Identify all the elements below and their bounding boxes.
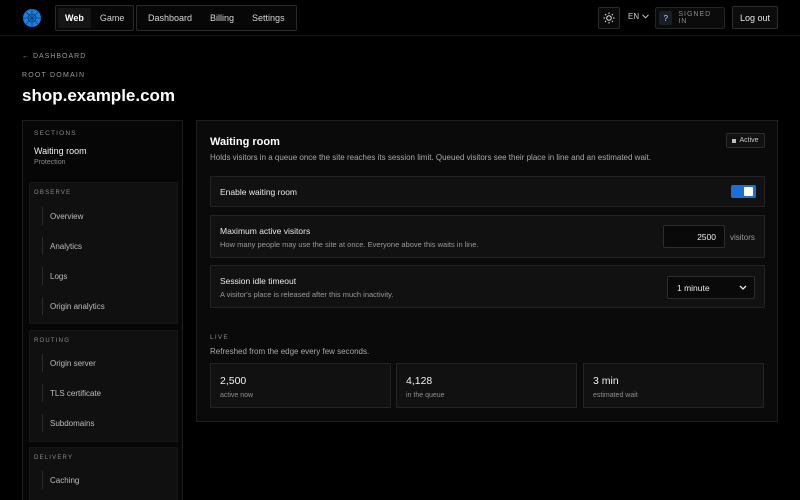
idle-timeout-description: A visitor's place is released after this…: [220, 290, 394, 299]
sidebar-item-analytics[interactable]: Analytics: [42, 237, 82, 255]
nav-dashboard[interactable]: Dashboard: [139, 13, 201, 23]
stat-in-queue: 4,128 in the queue: [396, 363, 577, 408]
chevron-down-icon: [642, 14, 649, 19]
sidebar-item-origin-server[interactable]: Origin server: [42, 354, 96, 372]
live-label: LIVE: [210, 334, 229, 341]
max-visitors-label: Maximum active visitors: [220, 226, 311, 236]
status-label: Active: [739, 137, 759, 144]
theme-toggle-button[interactable]: [598, 7, 620, 29]
idle-timeout-row: Session idle timeout A visitor's place i…: [210, 265, 765, 308]
top-bar: Web Game Dashboard Billing Settings EN ?…: [0, 0, 800, 36]
sidebar-item-logs[interactable]: Logs: [42, 267, 67, 285]
sidebar-group-delivery: DELIVERY Caching: [29, 447, 178, 500]
logo-icon[interactable]: [22, 8, 42, 28]
sidebar-item-subdomains[interactable]: Subdomains: [42, 414, 94, 432]
sun-icon: [603, 12, 615, 24]
help-icon[interactable]: ?: [659, 11, 673, 25]
toggle-knob: [744, 187, 753, 196]
stat-label: estimated wait: [593, 392, 638, 399]
language-label: EN: [628, 12, 640, 21]
group-title: ROUTING: [34, 338, 71, 344]
max-visitors-description: How many people may use the site at once…: [220, 240, 479, 249]
logout-button[interactable]: Log out: [732, 6, 778, 29]
sidebar-group-observe: OBSERVE Overview Analytics Logs Origin a…: [29, 182, 178, 324]
stat-value: 4,128: [406, 375, 433, 387]
current-section[interactable]: Waiting room: [34, 146, 87, 156]
enable-waiting-room-toggle[interactable]: [731, 185, 756, 198]
product-switcher: Web Game: [55, 5, 135, 31]
sidebar-item-tls-certificate[interactable]: TLS certificate: [42, 384, 101, 402]
current-section-group: Protection: [34, 159, 66, 166]
status-dot-icon: [732, 138, 737, 143]
nav-settings[interactable]: Settings: [243, 13, 294, 23]
stat-estimated-wait: 3 min estimated wait: [583, 363, 764, 408]
enable-label: Enable waiting room: [220, 187, 298, 197]
sidebar-item-overview[interactable]: Overview: [42, 207, 83, 225]
signed-in-label: SIGNED IN: [678, 11, 712, 25]
waiting-room-panel: Waiting room Holds visitors in a queue o…: [196, 120, 778, 422]
max-visitors-row: Maximum active visitors How many people …: [210, 215, 765, 258]
idle-timeout-label: Session idle timeout: [220, 276, 297, 286]
max-visitors-input[interactable]: 2500: [663, 225, 725, 248]
enable-waiting-room-row: Enable waiting room: [210, 176, 765, 207]
idle-timeout-select[interactable]: 1 minute: [667, 276, 755, 299]
stat-label: active now: [220, 392, 254, 399]
back-link[interactable]: ← DASHBOARD: [22, 53, 86, 60]
live-description: Refreshed from the edge every few second…: [210, 347, 370, 356]
panel-description: Holds visitors in a queue once the site …: [210, 153, 652, 162]
group-title: OBSERVE: [34, 190, 72, 196]
nav-billing[interactable]: Billing: [201, 13, 243, 23]
status-badge: Active: [726, 133, 765, 148]
segment-game[interactable]: Game: [93, 8, 132, 28]
sections-label: SECTIONS: [34, 130, 77, 137]
idle-timeout-value: 1 minute: [677, 282, 710, 293]
stat-value: 2,500: [220, 375, 247, 387]
panel-title: Waiting room: [210, 136, 280, 148]
sidebar-group-routing: ROUTING Origin server TLS certificate Su…: [29, 330, 178, 442]
group-title: DELIVERY: [34, 455, 74, 461]
segment-web[interactable]: Web: [58, 8, 91, 28]
visitors-unit: visitors: [730, 233, 755, 242]
stat-active-now: 2,500 active now: [210, 363, 391, 408]
chevron-down-icon: [739, 285, 747, 290]
sidebar: SECTIONS Waiting room Protection OBSERVE…: [22, 120, 183, 500]
root-domain-label: ROOT DOMAIN: [22, 72, 86, 79]
page-title: shop.example.com: [22, 86, 176, 105]
signed-in-status: ? SIGNED IN: [655, 7, 725, 29]
main-nav: Dashboard Billing Settings: [136, 5, 297, 31]
sidebar-item-caching[interactable]: Caching: [42, 471, 79, 489]
sidebar-item-origin-analytics[interactable]: Origin analytics: [42, 297, 105, 315]
stat-label: in the queue: [406, 392, 445, 399]
language-select[interactable]: EN: [628, 12, 649, 21]
stat-value: 3 min: [593, 375, 619, 387]
